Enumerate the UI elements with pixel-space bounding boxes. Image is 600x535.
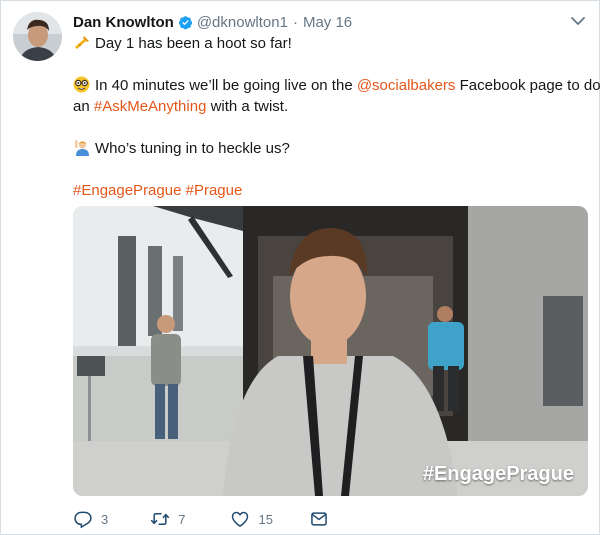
direct-message-icon: [311, 512, 327, 526]
tweet-text-part: In 40 minutes we’ll be going live on the: [95, 77, 357, 94]
author-handle[interactable]: @dknowlton1: [197, 14, 288, 31]
tweet-actions: 3 7 15: [73, 507, 329, 531]
direct-message-button[interactable]: [309, 509, 329, 529]
verified-badge-icon: [178, 15, 193, 30]
tweet-line-5: #EngagePrague #Prague: [73, 180, 588, 201]
tweet-line-1: Day 1 has been a hoot so far!: [73, 33, 588, 54]
retweet-icon: [151, 513, 170, 525]
retweet-button[interactable]: 7: [150, 509, 185, 529]
separator-dot: ·: [292, 13, 298, 31]
video-frame: [73, 206, 588, 496]
like-count: 15: [258, 511, 273, 527]
tweet-text-part: Day 1 has been a hoot so far!: [95, 35, 292, 52]
hashtag-link[interactable]: #Prague: [186, 182, 243, 199]
tweet-line-3: an #AskMeAnything with a twist.: [73, 96, 588, 117]
tweet-text-part: with a twist.: [206, 98, 289, 115]
chevron-down-icon[interactable]: [570, 14, 586, 26]
avatar[interactable]: [13, 12, 62, 61]
trumpet-emoji: [73, 34, 90, 51]
tweet-text-part: Who’s tuning in to heckle us?: [95, 140, 290, 157]
like-icon: [232, 511, 249, 527]
like-button[interactable]: 15: [230, 509, 273, 529]
video-overlay-hashtag: #EngagePrague: [422, 463, 574, 485]
reply-icon: [74, 511, 92, 529]
mention-link[interactable]: @socialbakers: [357, 77, 456, 94]
person-raising-hand-emoji: [73, 139, 90, 156]
tweet-date[interactable]: May 16: [303, 14, 352, 31]
tweet-video[interactable]: #EngagePrague: [73, 206, 588, 496]
nerd-face-emoji: [73, 76, 90, 93]
tweet-line-4: Who’s tuning in to heckle us?: [73, 138, 588, 159]
reply-button[interactable]: 3: [73, 509, 108, 529]
hashtag-link[interactable]: #AskMeAnything: [94, 98, 207, 115]
tweet-card: Dan Knowlton @dknowlton1 · May 16 Day 1 …: [0, 0, 600, 535]
retweet-count: 7: [178, 511, 186, 527]
reply-count: 3: [101, 511, 109, 527]
hashtag-link[interactable]: #EngagePrague: [73, 182, 181, 199]
tweet-line-2: In 40 minutes we’ll be going live on the…: [73, 75, 600, 96]
tweet-text-part: Facebook page to do: [455, 77, 600, 94]
tweet-header: Dan Knowlton @dknowlton1 · May 16: [73, 12, 352, 32]
author-name[interactable]: Dan Knowlton: [73, 14, 174, 31]
tweet-text-part: an: [73, 98, 94, 115]
tweet-text: Day 1 has been a hoot so far! In 40 minu…: [73, 33, 600, 201]
